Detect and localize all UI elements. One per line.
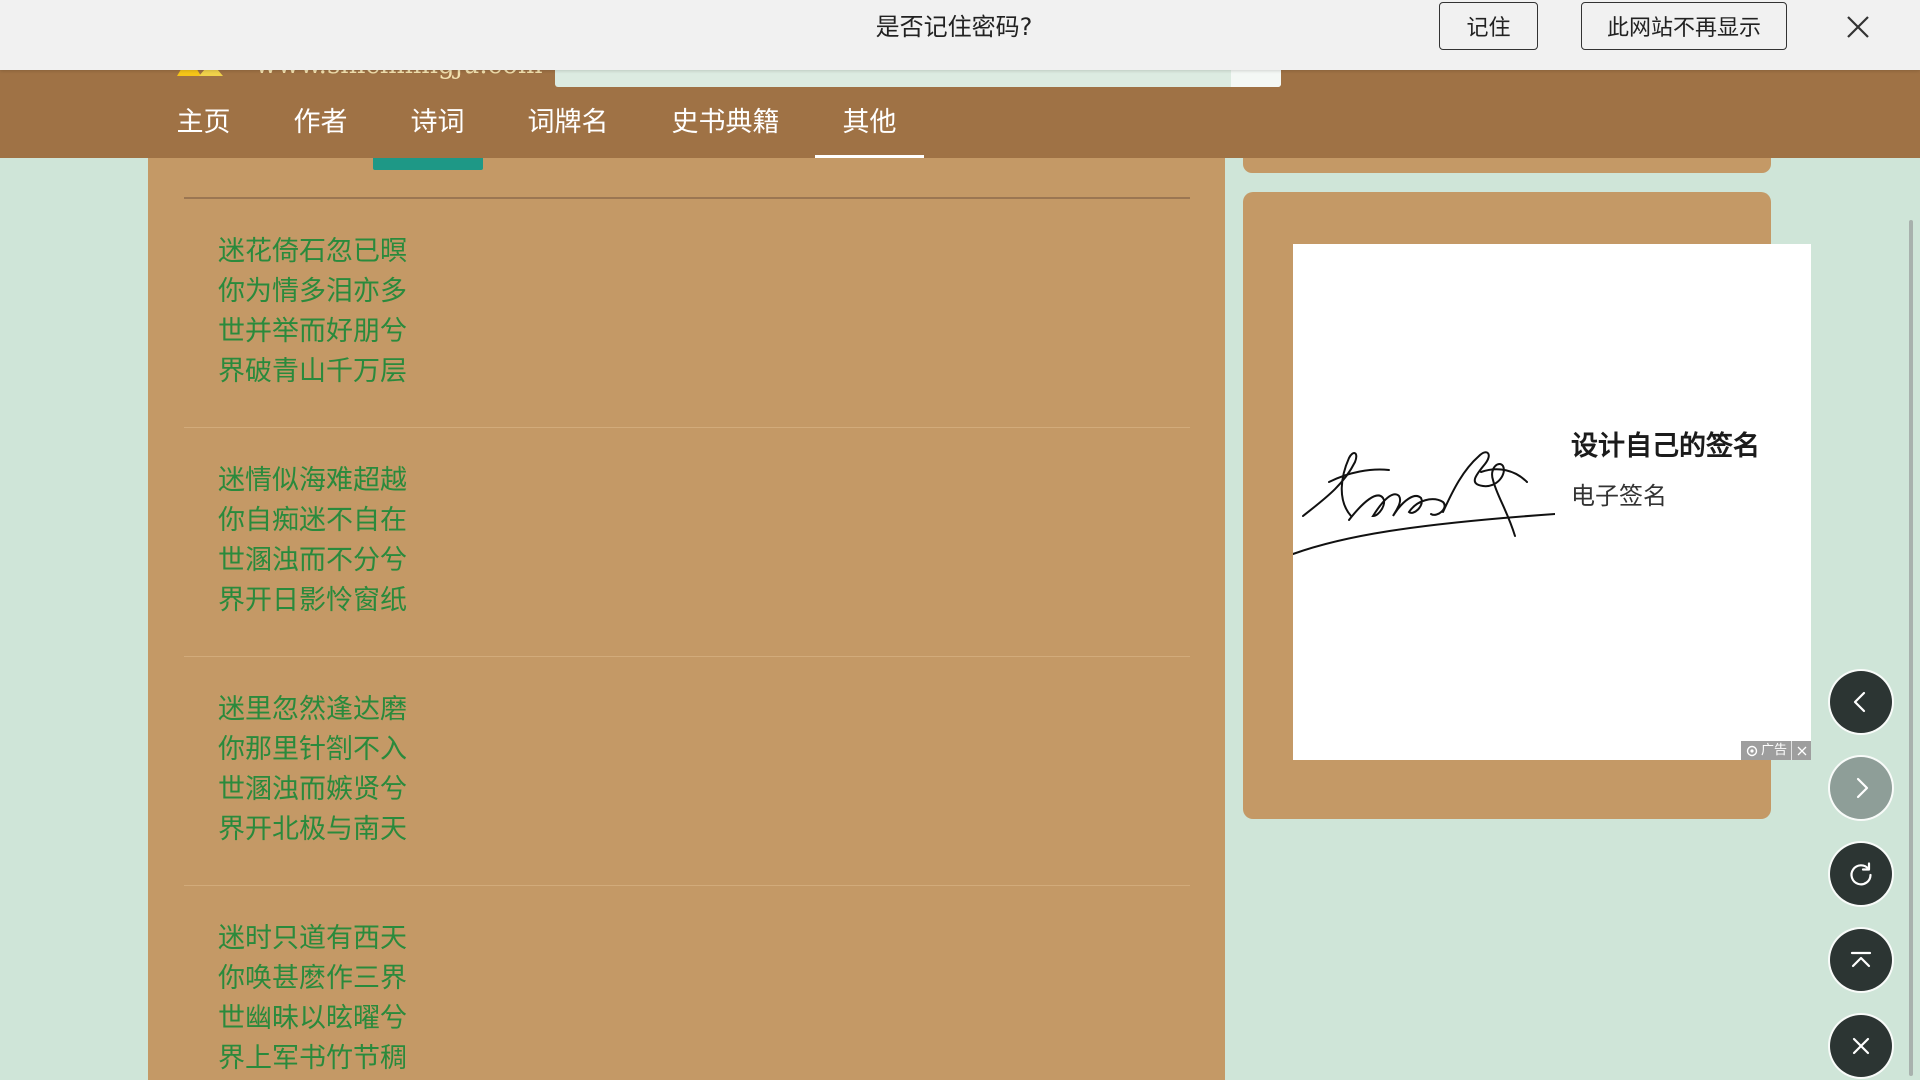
poem-line: 世溷浊而嫉贤兮 [218, 774, 407, 805]
save-password-bar: 是否记住密码? 记住 此网站不再显示 [0, 0, 1920, 70]
sidebar-card-top [1243, 158, 1771, 173]
ad-choices-icon[interactable] [1745, 744, 1759, 758]
poem-line: 界开北极与南天 [218, 814, 407, 845]
poem-line: 你唤甚麽作三界 [218, 963, 407, 994]
signature-image [1293, 451, 1555, 555]
chevron-right-icon [1856, 777, 1869, 799]
ad-title[interactable]: 设计自己的签名 [1571, 430, 1760, 464]
poem-line: 世溷浊而不分兮 [218, 545, 407, 576]
poem-line: 迷里忽然逢达磨 [218, 694, 407, 725]
refresh-icon [1850, 862, 1872, 886]
poem-line: 界上军书竹节稠 [218, 1043, 407, 1074]
poem-line: 迷情似海难超越 [218, 465, 407, 496]
nav-item-books[interactable]: 史书典籍 [640, 70, 811, 158]
poem-content-card: 迷花倚石忽已暝 你为情多泪亦多 世并举而好朋兮 界破青山千万层 迷情似海难超越 … [148, 158, 1225, 1080]
poem-line: 世幽昧以昡曜兮 [218, 1003, 407, 1034]
poem-line: 你那里针劄不入 [218, 734, 407, 765]
ad-badge-label: 广告 [1760, 743, 1787, 758]
nav-item-label: 其他 [842, 106, 897, 138]
signature-ad[interactable]: 设计自己的签名 电子签名 广告 [1293, 244, 1811, 760]
poem-item: 迷情似海难超越 你自痴迷不自在 世溷浊而不分兮 界开日影怜窗纸 [184, 428, 1190, 657]
nav-item-poems[interactable]: 诗词 [379, 70, 496, 158]
nav-item-label: 作者 [293, 106, 348, 138]
nav-item-cipai[interactable]: 词牌名 [496, 70, 640, 158]
close-icon[interactable] [1842, 11, 1874, 43]
poem-line: 界破青山千万层 [218, 356, 407, 387]
nav-item-label: 诗词 [410, 106, 465, 138]
poem-line: 迷时只道有西天 [218, 923, 407, 954]
ad-close-button[interactable] [1791, 741, 1811, 760]
poem-item: 迷花倚石忽已暝 你为情多泪亦多 世并举而好朋兮 界破青山千万层 [184, 199, 1190, 428]
remember-password-button[interactable]: 记住 [1439, 2, 1538, 50]
close-icon [1797, 746, 1806, 755]
poem-line: 你为情多泪亦多 [218, 276, 407, 307]
main-nav: 主页 作者 诗词 词牌名 史书典籍 其他 [145, 70, 928, 158]
poem-item: 迷里忽然逢达磨 你那里针劄不入 世溷浊而嫉贤兮 界开北极与南天 [184, 657, 1190, 886]
never-for-site-button[interactable]: 此网站不再显示 [1581, 2, 1787, 50]
nav-item-label: 主页 [176, 106, 231, 138]
poem-line: 世并举而好朋兮 [218, 316, 407, 347]
nav-item-label: 史书典籍 [671, 106, 780, 138]
forward-button[interactable] [1830, 757, 1892, 819]
poem-line: 你自痴迷不自在 [218, 505, 407, 536]
active-section-tab[interactable] [373, 158, 483, 170]
poem-line: 迷花倚石忽已暝 [218, 236, 407, 267]
poem-line: 界开日影怜窗纸 [218, 585, 407, 616]
scroll-to-top-button[interactable] [1830, 929, 1892, 991]
nav-item-other[interactable]: 其他 [811, 70, 928, 158]
nav-item-home[interactable]: 主页 [145, 70, 262, 158]
close-page-button[interactable] [1830, 1015, 1892, 1077]
chevron-left-icon [1853, 691, 1866, 713]
poem-list: 迷花倚石忽已暝 你为情多泪亦多 世并举而好朋兮 界破青山千万层 迷情似海难超越 … [184, 199, 1190, 1080]
nav-item-label: 词牌名 [527, 106, 609, 138]
back-button[interactable] [1830, 671, 1892, 733]
nav-item-authors[interactable]: 作者 [262, 70, 379, 158]
ad-badge[interactable]: 广告 [1740, 741, 1811, 760]
scroll-to-top-icon [1850, 951, 1872, 968]
poem-item: 迷时只道有西天 你唤甚麽作三界 世幽昧以昡曜兮 界上军书竹节稠 [184, 886, 1190, 1080]
ad-subtitle[interactable]: 电子签名 [1571, 480, 1667, 512]
close-icon [1852, 1037, 1870, 1055]
refresh-button[interactable] [1830, 843, 1892, 905]
scrollbar[interactable] [1909, 220, 1913, 1076]
